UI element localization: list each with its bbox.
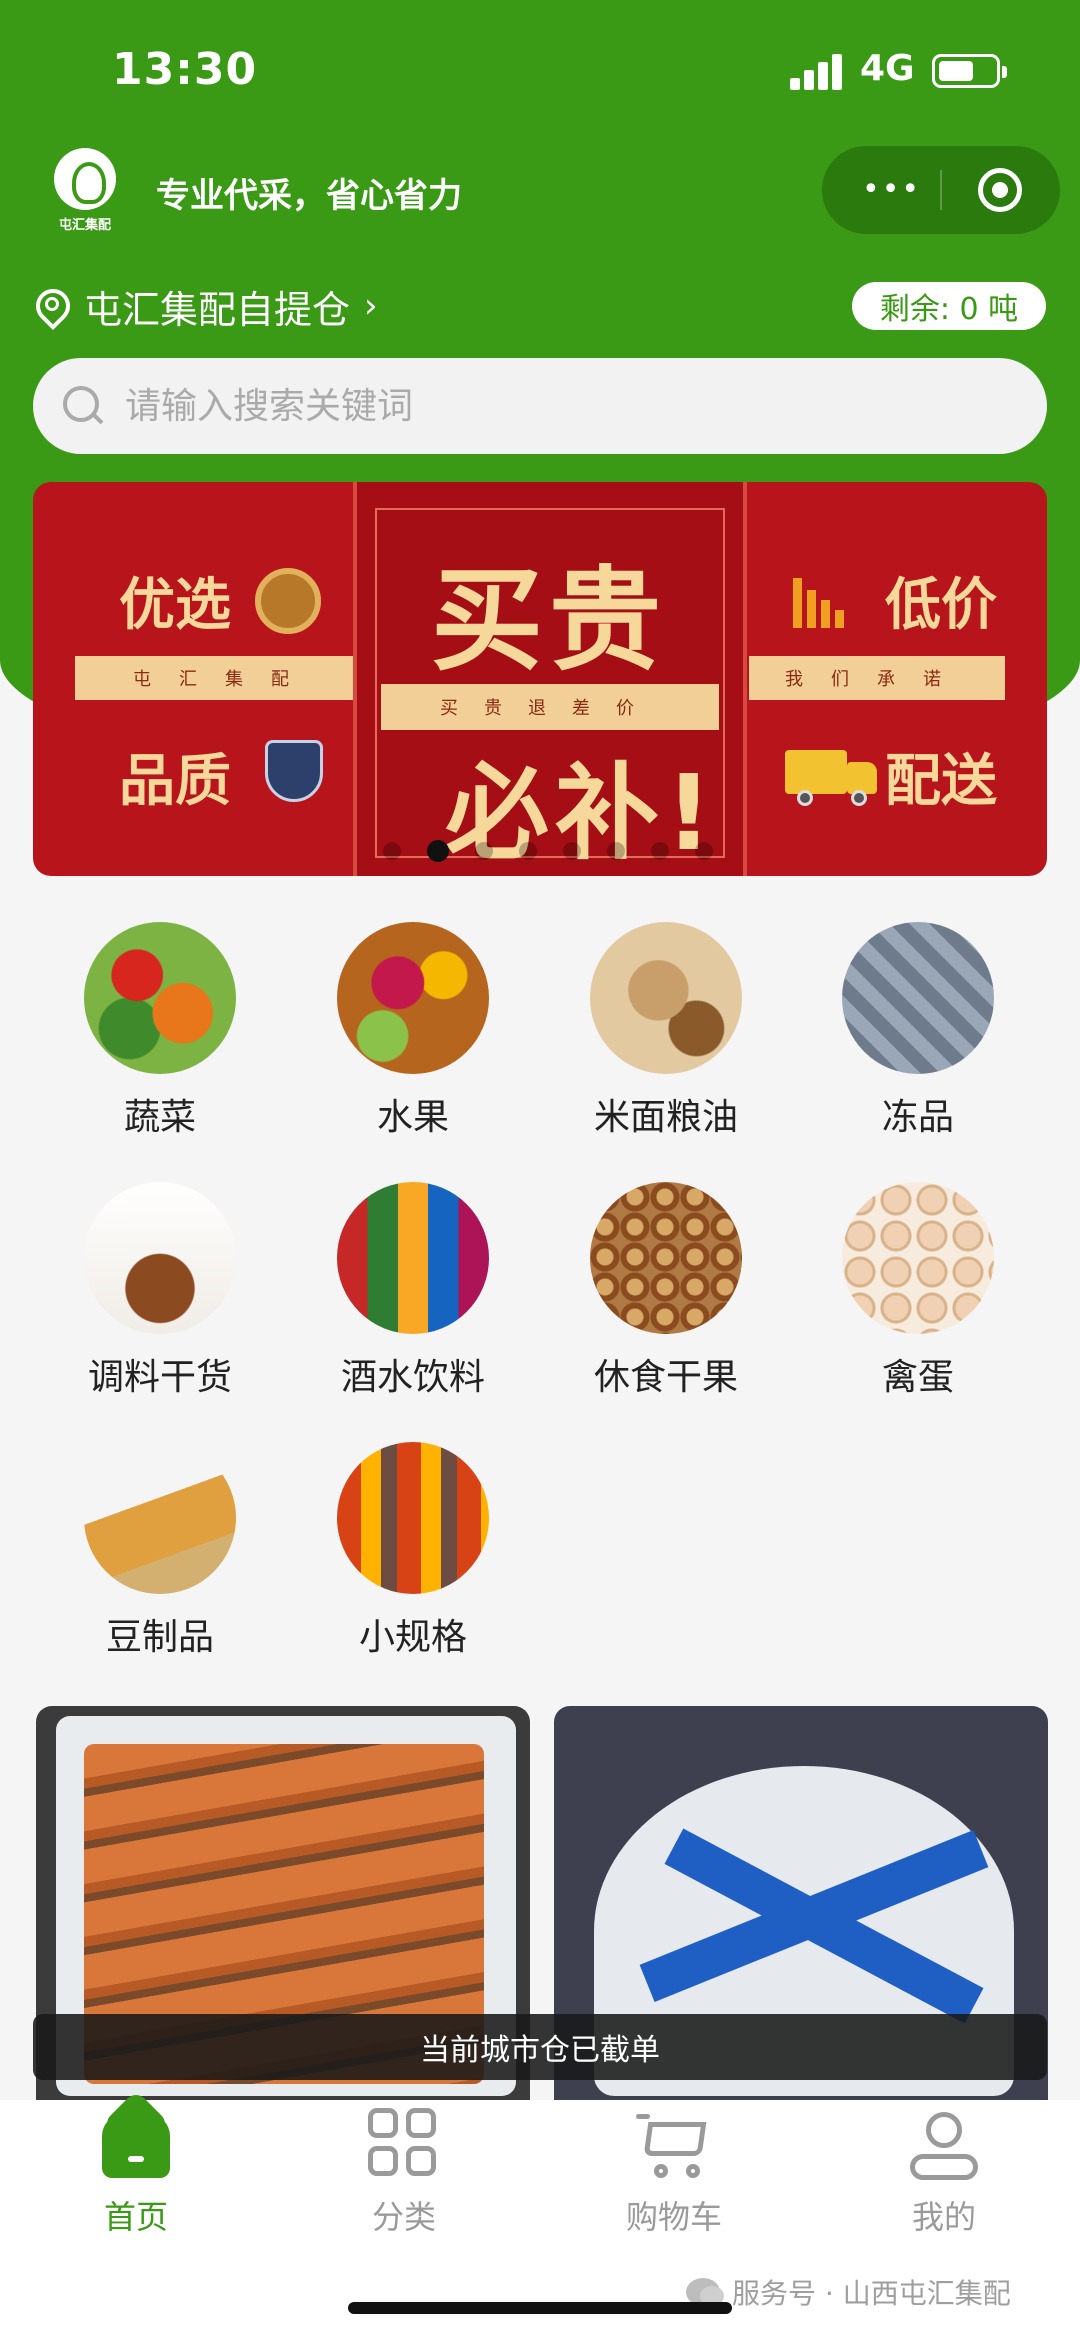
remaining-badge: 剩余: 0 吨	[852, 282, 1046, 330]
banner-left-top: 优选	[119, 573, 231, 638]
category-label: 豆制品	[105, 1617, 214, 1658]
status-bar: 13:30 4G	[0, 0, 1080, 140]
logo-icon	[54, 148, 116, 210]
close-miniprogram-icon[interactable]	[978, 168, 1022, 212]
category-item-grain-oil[interactable]: 米面粮油	[566, 922, 766, 1140]
carousel-indicator	[383, 840, 739, 862]
frozen-food-image	[842, 922, 994, 1074]
app-logo: 屯汇集配	[50, 140, 120, 236]
category-item-small-pack[interactable]: 小规格	[313, 1442, 513, 1660]
banner-center-strip: 买贵退差价	[381, 684, 719, 730]
category-grid-icon	[366, 2108, 442, 2182]
category-label: 禽蛋	[881, 1357, 954, 1398]
banner-left-strip: 屯汇集配	[75, 656, 375, 700]
user-icon	[906, 2108, 982, 2182]
promo-banner[interactable]: 优选 屯汇集配 品质 买贵 买贵退差价 必补! 低价 我们承诺 配送	[33, 482, 1047, 876]
fruit-image	[337, 922, 489, 1074]
tab-category[interactable]: 分类	[304, 2108, 504, 2238]
home-icon	[98, 2108, 174, 2182]
delivery-truck-icon	[785, 750, 879, 806]
battery-icon	[932, 54, 1007, 88]
medal-icon	[255, 568, 321, 634]
category-item-frozen[interactable]: 冻品	[818, 922, 1018, 1140]
network-type: 4G	[860, 48, 915, 89]
carousel-dot[interactable]	[383, 842, 401, 860]
small-pack-image	[337, 1442, 489, 1594]
carousel-dot-active[interactable]	[427, 840, 449, 862]
tab-home[interactable]: 首页	[36, 2108, 236, 2238]
category-item-fruit[interactable]: 水果	[313, 922, 513, 1140]
cart-icon	[636, 2108, 712, 2182]
location-pin-icon	[36, 289, 62, 323]
category-label: 冻品	[881, 1097, 954, 1138]
tab-cart[interactable]: 购物车	[574, 2108, 774, 2238]
category-label: 水果	[376, 1097, 449, 1138]
banner-right-top: 低价	[885, 573, 997, 638]
banner-center-top: 买贵	[431, 556, 667, 686]
location-selector[interactable]: 屯汇集配自提仓 ›	[36, 278, 378, 334]
carousel-dot[interactable]	[563, 842, 581, 860]
chevron-right-icon: ›	[364, 286, 378, 326]
category-item-drinks[interactable]: 酒水饮料	[313, 1182, 513, 1400]
drinks-image	[337, 1182, 489, 1334]
banner-right-bottom: 配送	[885, 749, 997, 814]
watermark-text: 服务号 · 山西屯汇集配	[732, 2277, 1011, 2310]
tab-label: 购物车	[625, 2198, 722, 2236]
carousel-dot[interactable]	[475, 842, 493, 860]
vegetables-image	[84, 922, 236, 1074]
eggs-image	[842, 1182, 994, 1334]
app-header: 屯汇集配 专业代采，省心省力 •••	[0, 140, 1080, 250]
category-label: 休食干果	[593, 1357, 738, 1398]
grain-oil-image	[590, 922, 742, 1074]
home-indicator	[348, 2302, 732, 2314]
banner-left-bottom: 品质	[119, 749, 231, 814]
category-label: 蔬菜	[123, 1097, 196, 1138]
carousel-dot[interactable]	[651, 842, 669, 860]
signal-icon	[790, 54, 846, 90]
tab-label: 分类	[371, 2198, 436, 2236]
carousel-dot[interactable]	[519, 842, 537, 860]
category-item-vegetables[interactable]: 蔬菜	[60, 922, 260, 1140]
tab-label: 首页	[103, 2198, 168, 2236]
search-input[interactable]	[125, 385, 1005, 427]
snacks-nuts-image	[590, 1182, 742, 1334]
category-item-snacks-nuts[interactable]: 休食干果	[566, 1182, 766, 1400]
search-icon	[63, 386, 103, 426]
category-label: 米面粮油	[593, 1097, 738, 1138]
category-item-seasoning[interactable]: 调料干货	[60, 1182, 260, 1400]
banner-right-strip: 我们承诺	[749, 656, 1005, 700]
category-item-eggs[interactable]: 禽蛋	[818, 1182, 1018, 1400]
seasoning-image	[84, 1182, 236, 1334]
tab-label: 我的	[911, 2198, 976, 2236]
toast-message: 当前城市仓已截单	[33, 2014, 1047, 2080]
location-name: 屯汇集配自提仓	[84, 287, 351, 332]
category-label: 小规格	[358, 1617, 467, 1658]
search-bar[interactable]	[33, 358, 1047, 454]
app-slogan: 专业代采，省心省力	[156, 176, 462, 216]
watermark: 服务号 · 山西屯汇集配	[686, 2272, 1011, 2312]
category-label: 调料干货	[87, 1357, 232, 1398]
more-icon[interactable]: •••	[862, 175, 921, 205]
category-item-tofu[interactable]: 豆制品	[60, 1442, 260, 1660]
quality-shield-icon	[265, 740, 323, 802]
carousel-dot[interactable]	[695, 842, 713, 860]
price-down-chart-icon	[793, 572, 853, 628]
miniprogram-capsule: •••	[822, 146, 1060, 234]
logo-text: 屯汇集配	[58, 218, 111, 233]
capsule-divider	[940, 170, 942, 210]
category-label: 酒水饮料	[340, 1357, 485, 1398]
status-time: 13:30	[112, 44, 258, 95]
carousel-dot[interactable]	[607, 842, 625, 860]
tofu-image	[84, 1442, 236, 1594]
tab-mine[interactable]: 我的	[844, 2108, 1044, 2238]
